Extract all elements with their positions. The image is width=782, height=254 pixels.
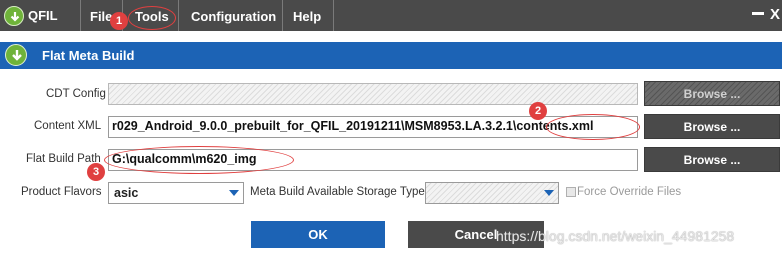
- product-flavors-label: Product Flavors: [21, 186, 102, 198]
- download-arrow-icon: [5, 44, 27, 66]
- menu-configuration[interactable]: Configuration: [191, 9, 276, 24]
- force-override-checkbox: [566, 187, 576, 197]
- menu-divider: [178, 0, 179, 31]
- cdt-config-label: CDT Config: [46, 88, 106, 100]
- product-flavors-dropdown[interactable]: asic: [108, 182, 244, 204]
- menu-help[interactable]: Help: [293, 9, 321, 24]
- panel-title: Flat Meta Build: [42, 48, 135, 63]
- watermark-text: https://blog.csdn.net/weixin_44981258: [496, 228, 735, 244]
- app-name: QFIL: [28, 8, 58, 23]
- product-flavors-value: asic: [114, 186, 139, 200]
- download-arrow-icon: [4, 6, 24, 26]
- ok-button[interactable]: OK: [251, 221, 385, 248]
- storage-type-dropdown: [425, 182, 559, 204]
- annotation-ellipse-build-path: [104, 146, 294, 174]
- flat-build-path-label: Flat Build Path: [26, 153, 101, 165]
- panel-header: Flat Meta Build: [0, 42, 782, 69]
- annotation-ellipse-tools: [128, 6, 176, 30]
- close-icon[interactable]: X: [770, 6, 780, 23]
- menu-divider: [282, 0, 283, 31]
- flat-build-path-browse-button[interactable]: Browse ...: [644, 147, 780, 172]
- cdt-browse-button: Browse ...: [644, 81, 780, 106]
- cdt-config-field: [108, 83, 638, 105]
- annotation-badge-3: 3: [87, 163, 105, 181]
- chevron-down-icon: [544, 190, 554, 196]
- annotation-ellipse-contents-xml: [546, 114, 640, 140]
- content-xml-browse-button[interactable]: Browse ...: [644, 114, 780, 139]
- chevron-down-icon: [229, 190, 239, 196]
- minimize-icon[interactable]: [752, 12, 764, 15]
- menu-divider: [333, 0, 334, 31]
- storage-type-label: Meta Build Available Storage Type: [250, 186, 425, 198]
- annotation-badge-2: 2: [529, 102, 547, 120]
- annotation-badge-1: 1: [110, 12, 128, 30]
- force-override-label: Force Override Files: [577, 186, 682, 198]
- menu-divider: [80, 0, 81, 31]
- menu-file[interactable]: File: [90, 9, 112, 24]
- content-xml-label: Content XML: [34, 120, 102, 132]
